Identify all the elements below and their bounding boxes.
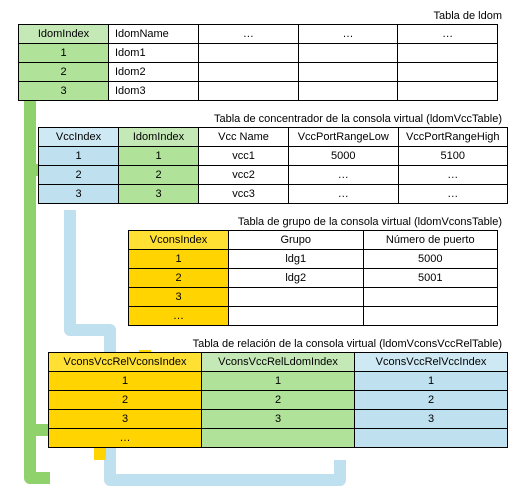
table-row: 3 3 3 (49, 410, 508, 429)
table-row: … (49, 429, 508, 448)
ldom-table: IdomIndex IdomName … … … 1 Idom1 2 Idom2… (18, 24, 498, 101)
table-header-row: VconsIndex Grupo Número de puerto (129, 231, 498, 250)
table-row: 1 1 1 (49, 372, 508, 391)
table-row: 2 Idom2 (19, 63, 498, 82)
col-ellipsis: … (398, 25, 498, 44)
table-header-row: IdomIndex IdomName … … … (19, 25, 498, 44)
col-group: Grupo (229, 231, 364, 250)
col-vcc-name: Vcc Name (199, 128, 289, 147)
col-ellipsis: … (199, 25, 299, 44)
table-row: … (129, 307, 498, 326)
col-rel-vcons: VconsVccRelVconsIndex (49, 353, 202, 372)
table-row: 1 Idom1 (19, 44, 498, 63)
rel-table: VconsVccRelVconsIndex VconsVccRelLdomInd… (48, 352, 508, 448)
rel-table-title: Tabla de relación de la consola virtual … (8, 338, 502, 350)
table-row: 1 1 vcc1 5000 5100 (39, 147, 508, 166)
col-port-high: VccPortRangeHigh (398, 128, 508, 147)
col-port-low: VccPortRangeLow (289, 128, 399, 147)
table-row: 3 3 vcc3 … … (39, 185, 508, 204)
table-row: 3 Idom3 (19, 82, 498, 101)
table-header-row: VccIndex IdomIndex Vcc Name VccPortRange… (39, 128, 508, 147)
vcc-table-title: Tabla de concentrador de la consola virt… (8, 113, 502, 125)
table-row: 2 ldg2 5001 (129, 269, 498, 288)
ldom-table-title: Tabla de ldom (8, 10, 502, 22)
table-row: 3 (129, 288, 498, 307)
vcons-table: VconsIndex Grupo Número de puerto 1 ldg1… (128, 230, 498, 326)
col-ellipsis: … (298, 25, 398, 44)
table-row: 2 2 vcc2 … … (39, 166, 508, 185)
table-row: 1 ldg1 5000 (129, 250, 498, 269)
col-ldom-name: IdomName (109, 25, 199, 44)
table-header-row: VconsVccRelVconsIndex VconsVccRelLdomInd… (49, 353, 508, 372)
vcc-table: VccIndex IdomIndex Vcc Name VccPortRange… (38, 127, 508, 204)
vcons-table-title: Tabla de grupo de la consola virtual (ld… (8, 216, 502, 228)
col-vcc-index: VccIndex (39, 128, 119, 147)
col-ldom-index: IdomIndex (19, 25, 109, 44)
col-vcons-index: VconsIndex (129, 231, 229, 250)
col-rel-ldom: VconsVccRelLdomIndex (202, 353, 355, 372)
col-rel-vcc: VconsVccRelVccIndex (355, 353, 508, 372)
col-ldom-index: IdomIndex (119, 128, 199, 147)
table-row: 2 2 2 (49, 391, 508, 410)
col-port: Número de puerto (363, 231, 498, 250)
